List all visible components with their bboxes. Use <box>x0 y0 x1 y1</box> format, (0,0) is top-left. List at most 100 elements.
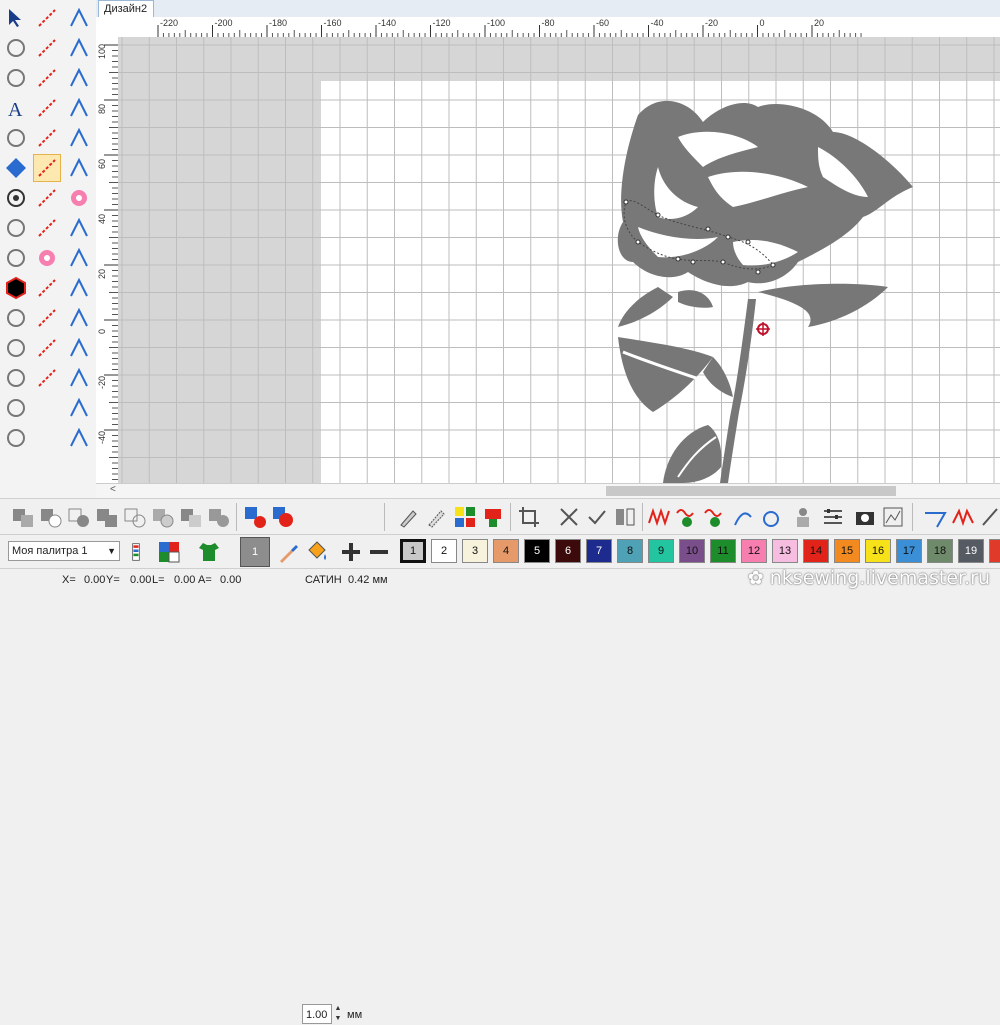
pen-draw-icon[interactable] <box>2 334 30 362</box>
arc-dashed-icon[interactable] <box>65 304 93 332</box>
fill-red-icon[interactable] <box>480 504 506 530</box>
remove-color-icon[interactable] <box>366 539 392 565</box>
color-swatch[interactable]: 13 <box>772 539 798 563</box>
color-swatch[interactable]: 17 <box>896 539 922 563</box>
color-swatch[interactable]: 6 <box>555 539 581 563</box>
exclude-shapes-icon[interactable] <box>94 504 120 530</box>
split-shape-icon[interactable] <box>33 214 61 242</box>
squares-icon[interactable] <box>2 394 30 422</box>
chart-icon[interactable] <box>880 504 906 530</box>
color-swatch[interactable] <box>989 539 1000 563</box>
circle-target-icon[interactable] <box>2 184 30 212</box>
camera-icon[interactable] <box>852 504 878 530</box>
curve-shape-icon[interactable] <box>33 154 61 182</box>
select-node-icon[interactable] <box>922 504 948 530</box>
tab-design[interactable]: Дизайн2 <box>98 0 154 17</box>
text-icon[interactable]: A <box>2 94 30 122</box>
thread-icon[interactable] <box>65 394 93 422</box>
hexagon-gray-icon[interactable] <box>2 304 30 332</box>
dashed-circle-icon[interactable] <box>65 214 93 242</box>
zigzag-stitch-icon[interactable] <box>646 504 672 530</box>
color-swatch[interactable]: 9 <box>648 539 674 563</box>
color-swatch[interactable]: 7 <box>586 539 612 563</box>
sliders-icon[interactable] <box>820 504 846 530</box>
paint-bucket-icon[interactable] <box>304 539 330 565</box>
flower-star-icon[interactable] <box>33 244 61 272</box>
color-swatch[interactable]: 10 <box>679 539 705 563</box>
zigzag-arrow-icon[interactable] <box>950 504 976 530</box>
node-edit-icon[interactable] <box>2 34 30 62</box>
zigzag-red2-icon[interactable] <box>65 124 93 152</box>
color-swatch[interactable]: 12 <box>741 539 767 563</box>
select-arrow-icon[interactable] <box>2 4 30 32</box>
polygon-icon[interactable] <box>33 124 61 152</box>
pen-tool-icon[interactable] <box>396 504 422 530</box>
current-color-button[interactable]: 1 <box>240 537 270 567</box>
satin-column-icon[interactable] <box>65 154 93 182</box>
scroll-left-icon[interactable]: < <box>110 484 116 495</box>
draw-tool-icon[interactable] <box>978 504 1000 530</box>
palette-grid-icon[interactable] <box>126 539 146 565</box>
zigzag-line-icon[interactable] <box>33 94 61 122</box>
color-swatch[interactable]: 19 <box>958 539 984 563</box>
corner-shape-icon[interactable] <box>33 184 61 212</box>
person-tool-icon[interactable] <box>790 504 816 530</box>
rotate-view-icon[interactable] <box>2 64 30 92</box>
color-grid-icon[interactable] <box>452 504 478 530</box>
stitch-green2-icon[interactable] <box>702 504 728 530</box>
color-swatch[interactable]: 11 <box>710 539 736 563</box>
color-swatch[interactable]: 15 <box>834 539 860 563</box>
hexagon-outline-icon[interactable] <box>2 244 30 272</box>
color-blend-icon[interactable] <box>156 539 182 565</box>
check-crop-icon[interactable] <box>584 504 610 530</box>
palette-select[interactable]: Моя палитра 1 ▼ <box>8 541 120 561</box>
crop-circle-icon[interactable] <box>65 274 93 302</box>
color-swatch[interactable]: 18 <box>927 539 953 563</box>
color-swatch[interactable]: 14 <box>803 539 829 563</box>
hexagon-icon[interactable] <box>2 214 30 242</box>
circle-pattern-icon[interactable] <box>33 274 61 302</box>
spray-icon[interactable] <box>65 424 93 452</box>
flower-pink-icon[interactable] <box>65 184 93 212</box>
crop-shapes-icon[interactable] <box>206 504 232 530</box>
crop-tool-icon[interactable] <box>516 504 542 530</box>
subtract-shapes-icon[interactable] <box>38 504 64 530</box>
arrow-shape-icon[interactable] <box>33 334 61 362</box>
scrollbar-thumb[interactable] <box>606 486 896 496</box>
shirt-icon[interactable] <box>196 539 222 565</box>
horizontal-scrollbar[interactable]: < <box>96 483 1000 498</box>
pen-dashed-icon[interactable] <box>424 504 450 530</box>
color-swatch[interactable]: 5 <box>524 539 550 563</box>
cut-tool-icon[interactable] <box>556 504 582 530</box>
size-spinner[interactable]: ▲ ▼ <box>333 1004 343 1024</box>
ellipse-dashed-icon[interactable] <box>33 64 61 92</box>
arc-line-icon[interactable] <box>33 34 61 62</box>
combine-shapes-icon[interactable] <box>10 504 36 530</box>
intersect-shapes-icon[interactable] <box>66 504 92 530</box>
cursor-pattern-icon[interactable] <box>33 364 61 392</box>
red-fill-icon[interactable] <box>65 64 93 92</box>
color-swatch[interactable]: 2 <box>431 539 457 563</box>
color-swatch[interactable]: 1 <box>400 539 426 563</box>
shape-color-red-icon[interactable] <box>270 504 296 530</box>
numbered-line-icon[interactable] <box>65 4 93 32</box>
size-input[interactable]: 1.00 <box>302 1004 332 1024</box>
zigzag-red-icon[interactable] <box>65 94 93 122</box>
apple-shape-icon[interactable] <box>758 504 784 530</box>
design-canvas[interactable] <box>118 37 1000 483</box>
needle-icon[interactable] <box>65 364 93 392</box>
numbered-steps-icon[interactable] <box>65 34 93 62</box>
monogram-icon[interactable] <box>2 154 30 182</box>
trim-shapes-icon[interactable] <box>178 504 204 530</box>
line-node-icon[interactable] <box>33 304 61 332</box>
color-swatch[interactable]: 16 <box>865 539 891 563</box>
dots-icon[interactable] <box>2 364 30 392</box>
add-color-icon[interactable] <box>338 539 364 565</box>
rose-design[interactable] <box>118 37 1000 483</box>
divide-shapes-icon[interactable] <box>150 504 176 530</box>
shape-color-blue-icon[interactable] <box>242 504 268 530</box>
people-lettering-icon[interactable] <box>2 124 30 152</box>
square-overlap-icon[interactable] <box>2 424 30 452</box>
stitch-green-icon[interactable] <box>674 504 700 530</box>
curve-node-icon[interactable] <box>65 334 93 362</box>
